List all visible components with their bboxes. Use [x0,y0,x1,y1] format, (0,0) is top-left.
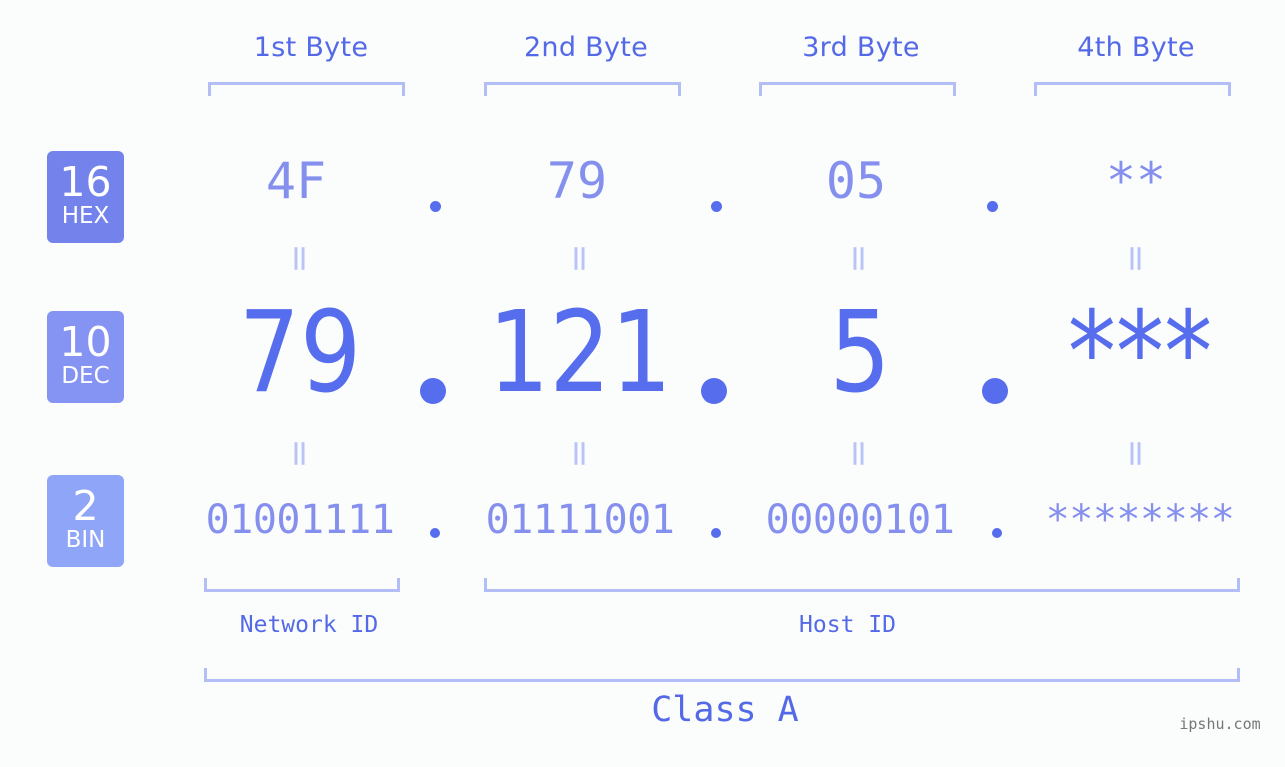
byte-bracket-3 [759,82,956,96]
equals-icon: = [1115,243,1157,274]
byte-bracket-4 [1034,82,1231,96]
host-id-bracket [484,578,1240,592]
dec-byte-3: 5 [829,288,891,418]
hex-dot-2 [711,201,722,212]
equals-icon: = [838,243,880,274]
dec-dot-2 [701,378,727,404]
byte-header-3: 3rd Byte [802,32,920,63]
hex-byte-3: 05 [825,152,887,210]
hex-badge: 16 HEX [47,151,124,243]
bin-label: BIN [65,527,106,553]
dec-byte-1: 79 [238,288,362,418]
bin-dot-1 [430,528,440,538]
bin-base: 2 [72,482,99,530]
hex-label: HEX [61,203,110,229]
bin-badge: 2 BIN [47,475,124,567]
hex-byte-2: 79 [546,152,608,210]
equals-icon: = [838,438,880,469]
byte-bracket-2 [484,82,681,96]
byte-header-2: 2nd Byte [523,32,649,63]
equals-icon: = [279,243,321,274]
bin-byte-4: ******** [1045,497,1235,543]
dec-badge: 10 DEC [47,311,124,403]
bin-byte-1: 01001111 [205,497,395,543]
dec-dot-3 [982,378,1008,404]
class-label: Class A [651,690,799,730]
bin-dot-2 [711,528,721,538]
byte-bracket-1 [208,82,405,96]
byte-header-1: 1st Byte [253,32,369,63]
byte-header-4: 4th Byte [1077,32,1195,63]
watermark: ipshu.com [1179,715,1261,733]
equals-icon: = [559,438,601,469]
hex-base: 16 [59,158,112,206]
hex-dot-3 [987,201,998,212]
hex-byte-1: 4F [265,152,327,210]
bin-byte-3: 00000101 [765,497,955,543]
equals-icon: = [559,243,601,274]
class-bracket [204,668,1240,682]
bin-byte-2: 01111001 [485,497,675,543]
dec-label: DEC [61,363,110,389]
host-id-label: Host ID [799,612,896,638]
dec-base: 10 [59,318,112,366]
network-id-bracket [204,578,400,592]
dec-byte-2: 121 [488,288,672,418]
hex-byte-4: ** [1105,152,1167,210]
equals-icon: = [1115,438,1157,469]
dec-dot-1 [420,378,446,404]
equals-icon: = [279,438,321,469]
network-id-label: Network ID [239,612,379,638]
hex-dot-1 [430,201,441,212]
dec-byte-4: *** [1067,288,1213,418]
bin-dot-3 [992,528,1002,538]
